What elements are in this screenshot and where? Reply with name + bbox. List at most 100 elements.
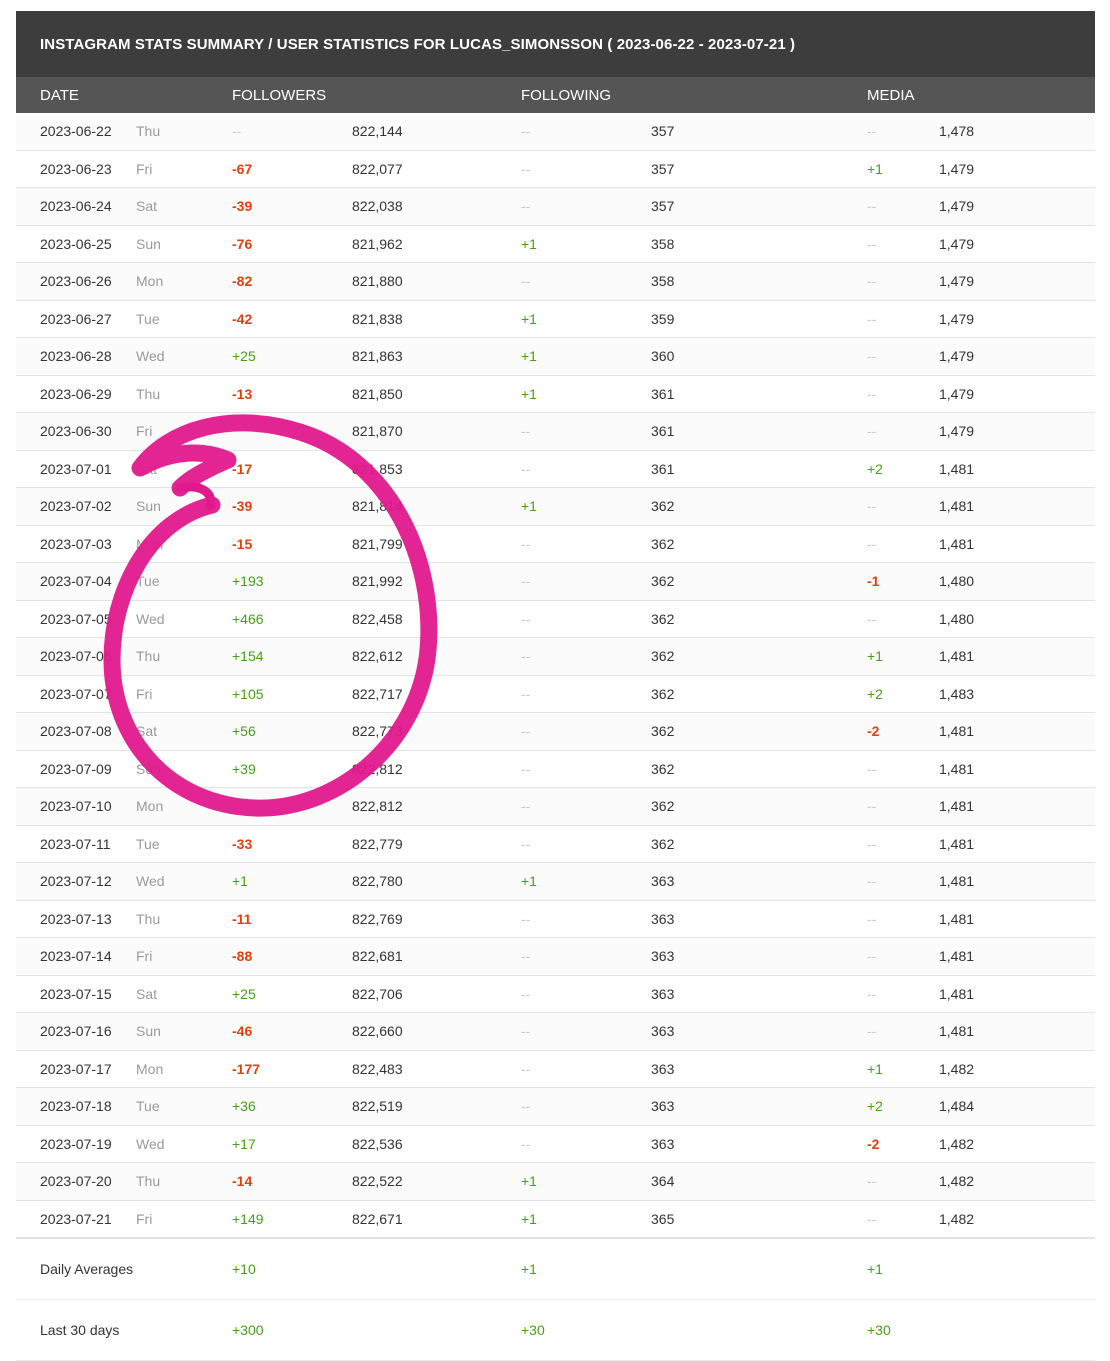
column-header-followers: FOLLOWERS [232, 86, 327, 104]
row-media-change: -1 [867, 573, 880, 590]
row-followers-change: +25 [232, 985, 256, 1002]
row-following-total: 362 [651, 573, 675, 590]
row-day: Tue [136, 573, 160, 590]
row-media-total: 1,479 [939, 160, 975, 177]
row-following-change: -- [521, 198, 531, 215]
row-followers-total: 822,536 [352, 1135, 403, 1152]
row-followers-total: 822,706 [352, 985, 403, 1002]
row-media-change: -- [867, 1173, 877, 1190]
row-following-change: -- [521, 948, 531, 965]
row-following-total: 357 [651, 198, 675, 215]
table-row: 2023-07-08 Sat +56 822,773 -- 362 -2 1,481 [16, 712, 1095, 751]
row-followers-change: -11 [232, 910, 252, 927]
row-following-change: -- [521, 985, 531, 1002]
row-followers-total: 822,519 [352, 1098, 403, 1115]
row-following-total: 358 [651, 273, 675, 290]
row-following-change: -- [521, 610, 531, 627]
row-following-change: -- [521, 835, 531, 852]
row-following-change: -- [521, 723, 531, 740]
row-media-change: -- [867, 385, 877, 402]
table-row: 2023-07-01 Sat -17 821,853 -- 361 +2 1,481 [16, 450, 1095, 488]
row-media-total: 1,481 [939, 460, 975, 477]
row-media-total: 1,479 [939, 310, 975, 327]
row-following-change: -- [521, 160, 531, 177]
table-row: 2023-07-19 Wed +17 822,536 -- 363 -2 1,482 [16, 1125, 1095, 1163]
row-followers-change: -46 [232, 1023, 253, 1040]
table-row: 2023-07-15 Sat +25 822,706 -- 363 -- 1,481 [16, 975, 1095, 1013]
row-date: 2023-07-20 [40, 1173, 112, 1190]
table-row: 2023-06-26 Mon -82 821,880 -- 358 -- 1,479 [16, 262, 1095, 301]
row-media-change: -- [867, 235, 877, 252]
row-followers-change: +1 [232, 873, 248, 890]
row-media-change: +1 [867, 160, 883, 177]
row-media-total: 1,479 [939, 273, 975, 290]
row-media-change: -- [867, 498, 877, 515]
summary-followers: +300 [232, 1322, 264, 1338]
row-followers-change: -14 [232, 1173, 253, 1190]
row-followers-total: 822,769 [352, 910, 403, 927]
row-media-total: 1,481 [939, 835, 975, 852]
row-media-change: -- [867, 198, 877, 215]
table-row: 2023-07-20 Thu -14 822,522 +1 364 -- 1,482 [16, 1162, 1095, 1201]
row-following-change: -- [521, 123, 531, 140]
row-media-change: -- [867, 910, 877, 927]
row-day: Sat [136, 985, 158, 1002]
row-following-total: 363 [651, 910, 675, 927]
row-followers-change: +25 [232, 348, 256, 365]
row-followers-change: -- [232, 123, 242, 140]
table-row: 2023-07-05 Wed +466 822,458 -- 362 -- 1,480 [16, 600, 1095, 638]
row-media-total: 1,481 [939, 760, 975, 777]
row-day: Thu [136, 910, 161, 927]
row-following-change: -- [521, 1098, 531, 1115]
row-date: 2023-07-10 [40, 798, 112, 815]
row-day: Thu [136, 385, 161, 402]
row-followers-change: +36 [232, 1098, 256, 1115]
row-media-total: 1,484 [939, 1098, 975, 1115]
row-followers-total: 821,962 [352, 235, 403, 252]
row-media-total: 1,481 [939, 873, 975, 890]
row-media-total: 1,481 [939, 985, 975, 1002]
row-date: 2023-06-22 [40, 123, 112, 140]
stats-table: 2023-06-22 Thu -- 822,144 -- 357 -- 1,478 2023-0… [16, 113, 1095, 1361]
row-followers-total: 821,814 [352, 498, 403, 515]
column-header-following: FOLLOWING [521, 86, 612, 104]
row-following-change: +1 [521, 1210, 537, 1227]
row-day: Sun [136, 498, 161, 515]
row-following-total: 363 [651, 985, 675, 1002]
row-following-total: 363 [651, 1135, 675, 1152]
row-day: Thu [136, 648, 161, 665]
row-date: 2023-06-25 [40, 235, 112, 252]
row-media-total: 1,481 [939, 910, 975, 927]
row-day: Fri [136, 948, 153, 965]
row-media-total: 1,480 [939, 573, 975, 590]
row-following-change: -- [521, 573, 531, 590]
row-media-total: 1,480 [939, 610, 975, 627]
row-followers-total: 822,660 [352, 1023, 403, 1040]
row-followers-change: -17 [232, 460, 253, 477]
row-followers-change: -88 [232, 948, 253, 965]
row-media-change: -- [867, 123, 877, 140]
row-date: 2023-06-24 [40, 198, 112, 215]
row-followers-total: 821,870 [352, 423, 403, 440]
row-followers-change: -39 [232, 498, 253, 515]
row-followers-total: 822,681 [352, 948, 403, 965]
row-date: 2023-07-06 [40, 648, 112, 665]
row-following-total: 364 [651, 1173, 675, 1190]
row-followers-total: 822,077 [352, 160, 403, 177]
row-date: 2023-06-29 [40, 385, 112, 402]
row-followers-total: 821,863 [352, 348, 403, 365]
row-day: Wed [136, 873, 165, 890]
row-following-change: +1 [521, 498, 537, 515]
summary-media: +30 [867, 1322, 891, 1338]
row-day: Mon [136, 1060, 164, 1077]
row-following-total: 363 [651, 948, 675, 965]
summary-row: Daily Averages +10 +1 +1 [16, 1237, 1095, 1300]
row-day: Mon [136, 535, 164, 552]
row-followers-total: 821,853 [352, 460, 403, 477]
row-following-total: 357 [651, 123, 675, 140]
row-following-change: -- [521, 1135, 531, 1152]
summary-label: Daily Averages [40, 1261, 134, 1277]
row-following-total: 360 [651, 348, 675, 365]
row-followers-change: -67 [232, 160, 253, 177]
column-header-media: MEDIA [867, 86, 915, 104]
